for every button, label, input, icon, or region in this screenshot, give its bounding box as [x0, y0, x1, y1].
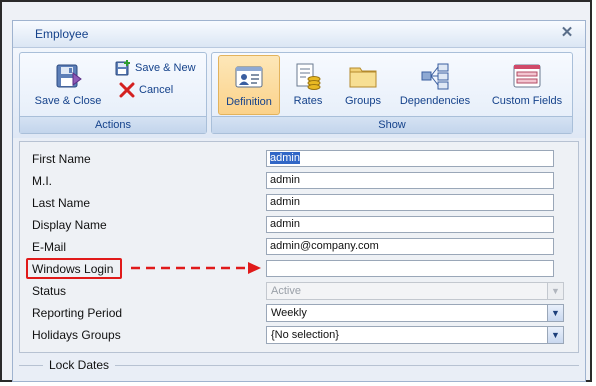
display-name-value: admin: [270, 218, 300, 230]
save-new-button[interactable]: Save & New: [114, 59, 196, 77]
windows-login-field[interactable]: [266, 260, 554, 277]
email-label: E-Mail: [32, 240, 67, 254]
chevron-down-icon[interactable]: ▼: [547, 327, 563, 343]
employee-dialog: Employee ✕ Save & Close Save & New Cance…: [12, 20, 586, 382]
status-value: Active: [271, 285, 301, 297]
actions-group: Save & Close Save & New Cancel Actions: [19, 52, 207, 134]
cancel-icon: [119, 82, 135, 98]
holidays-groups-label: Holidays Groups: [32, 328, 121, 342]
mi-field[interactable]: admin: [266, 172, 554, 189]
show-group: Definition Rates Groups Dependencies Cus…: [211, 52, 573, 134]
folder-icon: [349, 67, 377, 88]
save-new-icon: [115, 60, 130, 76]
last-name-field[interactable]: admin: [266, 194, 554, 211]
chevron-down-icon: ▼: [547, 283, 563, 299]
first-name-label: First Name: [32, 152, 91, 166]
show-group-label: Show: [212, 116, 572, 133]
groups-label: Groups: [344, 95, 382, 107]
status-select[interactable]: Active ▼: [266, 282, 564, 300]
ribbon: Save & Close Save & New Cancel Actions D…: [13, 48, 585, 138]
definition-icon: [235, 66, 263, 88]
dependencies-button[interactable]: Dependencies: [396, 61, 474, 117]
save-close-icon: [56, 64, 82, 88]
holidays-groups-select[interactable]: {No selection} ▼: [266, 326, 564, 344]
display-name-label: Display Name: [32, 218, 107, 232]
mi-label: M.I.: [32, 174, 52, 188]
groups-button[interactable]: Groups: [338, 61, 388, 117]
last-name-label: Last Name: [32, 196, 91, 210]
email-field[interactable]: admin@company.com: [266, 238, 554, 255]
windows-login-highlight: [26, 258, 122, 279]
save-new-label: Save & New: [135, 61, 196, 74]
dependencies-label: Dependencies: [399, 95, 471, 107]
employee-form: First Name admin M.I. admin Last Name ad…: [19, 141, 579, 353]
close-icon[interactable]: ✕: [559, 25, 575, 41]
cancel-button[interactable]: Cancel: [118, 81, 173, 99]
rates-label: Rates: [293, 95, 323, 107]
definition-label: Definition: [226, 96, 272, 108]
dependencies-icon: [421, 63, 449, 90]
definition-button[interactable]: Definition: [218, 55, 280, 115]
custom-fields-button[interactable]: Custom Fields: [486, 61, 568, 117]
custom-fields-icon: [513, 64, 541, 88]
custom-fields-label: Custom Fields: [491, 95, 563, 107]
rates-icon: [296, 63, 321, 90]
first-name-field[interactable]: admin: [266, 150, 554, 167]
last-name-value: admin: [270, 196, 300, 208]
mi-value: admin: [270, 174, 300, 186]
display-name-field[interactable]: admin: [266, 216, 554, 233]
lock-dates-legend: Lock Dates: [43, 358, 116, 372]
reporting-period-select[interactable]: Weekly ▼: [266, 304, 564, 322]
reporting-period-value: Weekly: [271, 307, 307, 319]
status-label: Status: [32, 284, 67, 298]
reporting-period-label: Reporting Period: [32, 306, 123, 320]
window-title: Employee: [35, 27, 89, 41]
save-close-label: Save & Close: [34, 95, 102, 107]
first-name-value: admin: [270, 152, 300, 164]
save-close-button[interactable]: Save & Close: [26, 61, 110, 117]
title-bar: Employee ✕: [13, 21, 585, 48]
chevron-down-icon[interactable]: ▼: [547, 305, 563, 321]
holidays-groups-value: {No selection}: [271, 329, 339, 341]
cancel-label: Cancel: [139, 83, 174, 96]
email-value: admin@company.com: [270, 240, 379, 252]
actions-group-label: Actions: [20, 116, 206, 133]
rates-button[interactable]: Rates: [284, 61, 332, 117]
